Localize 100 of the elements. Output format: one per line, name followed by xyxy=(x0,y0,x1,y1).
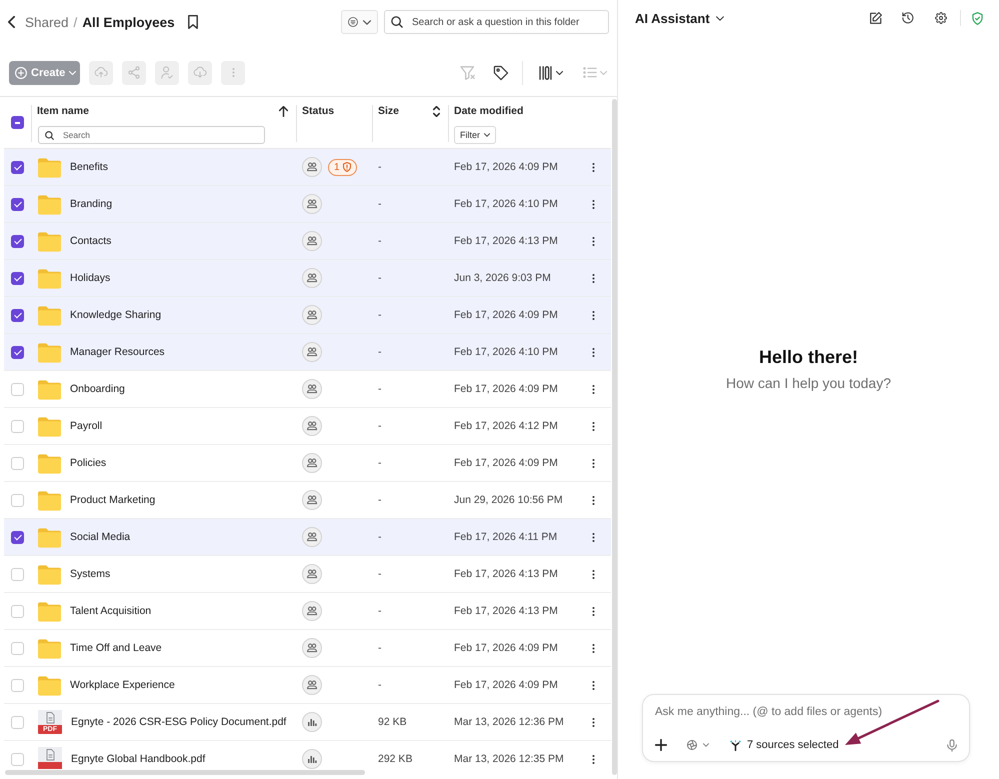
horizontal-scrollbar[interactable] xyxy=(5,770,365,775)
bookmark-icon[interactable] xyxy=(188,15,198,29)
item-name[interactable]: Benefits xyxy=(70,161,108,173)
tags-button[interactable] xyxy=(493,64,509,80)
people-icon[interactable] xyxy=(302,675,322,695)
row-checkbox[interactable] xyxy=(11,234,24,248)
row-checkbox[interactable] xyxy=(11,308,24,322)
row-checkbox[interactable] xyxy=(11,272,24,284)
people-icon[interactable] xyxy=(302,157,322,177)
chevron-down-icon xyxy=(716,16,724,20)
assistant-menu[interactable]: AI Assistant xyxy=(635,10,724,26)
row-checkbox[interactable] xyxy=(11,160,24,174)
shield-check-icon[interactable] xyxy=(972,12,983,24)
people-icon[interactable] xyxy=(302,527,322,547)
item-name[interactable]: Egnyte Global Handbook.pdf xyxy=(71,753,206,765)
modified-date: Feb 17, 2026 4:13 PM xyxy=(454,568,558,580)
model-menu-button[interactable] xyxy=(687,740,709,750)
vertical-scrollbar[interactable] xyxy=(612,99,617,775)
people-icon[interactable] xyxy=(302,453,322,473)
file-row[interactable]: Benefits 1 - Feb 17, 2026 4:09 PM xyxy=(4,149,611,186)
settings-icon[interactable] xyxy=(935,12,947,24)
row-checkbox[interactable] xyxy=(11,198,24,210)
file-row[interactable]: Manager Resources - Feb 17, 2026 4:10 PM xyxy=(4,334,611,371)
row-checkbox[interactable] xyxy=(11,530,24,544)
folder-icon xyxy=(38,342,61,362)
item-name[interactable]: Product Marketing xyxy=(70,494,156,506)
row-checkbox[interactable] xyxy=(11,346,24,358)
item-name[interactable]: Time Off and Leave xyxy=(70,642,162,654)
breadcrumb-current: All Employees xyxy=(82,14,175,30)
more-vertical-icon xyxy=(592,420,594,432)
plus-icon[interactable] xyxy=(655,739,667,751)
user-check-icon xyxy=(160,66,174,79)
item-name[interactable]: Knowledge Sharing xyxy=(70,309,162,321)
file-size: - xyxy=(378,346,382,358)
microphone-icon[interactable] xyxy=(947,738,957,752)
folder-icon xyxy=(38,674,61,696)
people-icon[interactable] xyxy=(302,268,322,288)
people-icon[interactable] xyxy=(302,231,322,251)
file-row[interactable]: Knowledge Sharing - Feb 17, 2026 4:09 PM xyxy=(4,297,611,334)
file-row[interactable]: Social Media - Feb 17, 2026 4:11 PM xyxy=(4,519,611,556)
sort-ascending-icon[interactable] xyxy=(279,106,288,116)
breadcrumb-link[interactable]: Shared xyxy=(25,14,69,30)
document-icon xyxy=(38,747,62,762)
file-row[interactable]: Holidays - Jun 3, 2026 9:03 PM xyxy=(4,260,611,297)
share-icon xyxy=(127,66,141,79)
folder-icon xyxy=(38,416,61,436)
modified-date: Feb 17, 2026 4:13 PM xyxy=(454,605,558,617)
item-name[interactable]: Egnyte - 2026 CSR-ESG Policy Document.pdf xyxy=(71,716,286,728)
bar-chart-icon[interactable] xyxy=(302,712,322,732)
more-vertical-icon xyxy=(592,716,594,728)
folder-icon xyxy=(38,156,61,178)
breadcrumb-separator: / xyxy=(74,14,78,30)
more-vertical-icon xyxy=(592,308,594,322)
search-field[interactable]: Search or ask a question in this folder xyxy=(384,10,609,34)
sort-icon[interactable] xyxy=(433,106,440,116)
file-row[interactable]: Branding - Feb 17, 2026 4:10 PM xyxy=(4,186,611,223)
modified-date: Feb 17, 2026 4:10 PM xyxy=(454,198,558,210)
back-button[interactable] xyxy=(8,16,15,28)
people-icon[interactable] xyxy=(302,638,322,658)
people-icon[interactable] xyxy=(302,342,322,362)
people-icon[interactable] xyxy=(302,379,322,399)
more-vertical-icon xyxy=(592,494,594,506)
item-name[interactable]: Policies xyxy=(70,457,106,469)
history-icon[interactable] xyxy=(902,12,914,24)
folder-icon xyxy=(38,452,61,474)
scope-dropdown[interactable] xyxy=(341,10,378,34)
item-name[interactable]: Systems xyxy=(70,568,110,580)
more-vertical-icon xyxy=(592,198,594,210)
more-vertical-icon xyxy=(592,234,594,248)
people-icon[interactable] xyxy=(302,564,322,584)
file-size: - xyxy=(378,198,382,210)
column-header[interactable]: Size xyxy=(378,105,400,117)
filter-dropdown[interactable]: Filter xyxy=(454,126,496,144)
people-icon[interactable] xyxy=(302,194,322,214)
people-icon[interactable] xyxy=(302,416,322,436)
people-icon[interactable] xyxy=(302,490,322,510)
edit-icon[interactable] xyxy=(870,12,882,24)
more-vertical-icon xyxy=(592,160,594,174)
people-icon[interactable] xyxy=(302,601,322,621)
more-vertical-icon xyxy=(592,752,594,766)
columns-button[interactable] xyxy=(538,66,563,80)
item-name[interactable]: Branding xyxy=(70,198,112,210)
item-name[interactable]: Holidays xyxy=(70,272,110,284)
item-name[interactable]: Onboarding xyxy=(70,383,125,395)
column-header[interactable]: Item name xyxy=(37,105,89,117)
column-search-field[interactable]: Search xyxy=(38,126,265,144)
modified-date: Jun 29, 2026 10:56 PM xyxy=(454,494,563,506)
sources-button[interactable]: 7 sources selected xyxy=(730,739,839,751)
item-name[interactable]: Contacts xyxy=(70,235,112,247)
item-name[interactable]: Payroll xyxy=(70,420,102,432)
bar-chart-icon[interactable] xyxy=(302,749,322,769)
item-name[interactable]: Manager Resources xyxy=(70,346,165,358)
item-name[interactable]: Talent Acquisition xyxy=(70,605,152,617)
file-row[interactable]: Contacts - Feb 17, 2026 4:13 PM xyxy=(4,223,611,260)
item-name[interactable]: Social Media xyxy=(70,531,130,543)
item-name[interactable]: Workplace Experience xyxy=(70,679,175,691)
chat-input[interactable]: Ask me anything... (@ to add files or agents) xyxy=(655,704,957,720)
select-all-checkbox[interactable] xyxy=(11,116,24,129)
people-icon[interactable] xyxy=(302,305,322,325)
modified-date: Feb 17, 2026 4:09 PM xyxy=(454,457,558,469)
